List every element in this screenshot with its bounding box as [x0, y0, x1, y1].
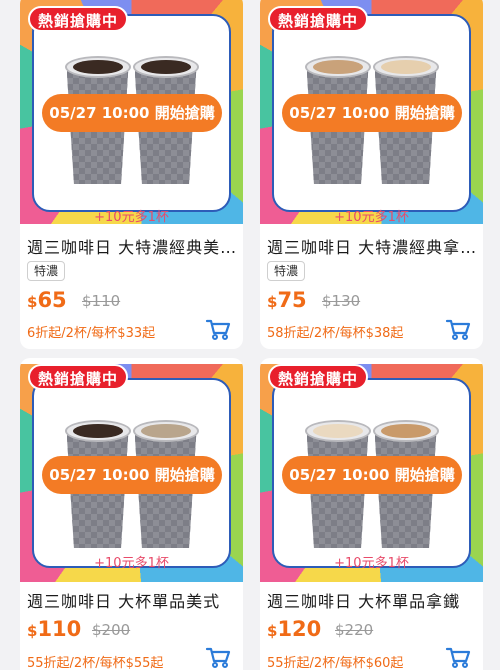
hot-sale-badge: 熱銷搶購中 [268, 364, 369, 390]
cart-icon[interactable] [205, 318, 231, 340]
sale-start-pill: 05/27 10:00 開始搶購 [282, 456, 462, 494]
product-card[interactable]: +10元多1杯 05/27 10:00 開始搶購 熱銷搶購中 週三咖啡日 大特濃… [260, 0, 483, 349]
sale-start-pill: 05/27 10:00 開始搶購 [42, 94, 222, 132]
product-title[interactable]: 週三咖啡日 大特濃經典拿… [267, 234, 479, 258]
hot-sale-badge: 熱銷搶購中 [28, 6, 129, 32]
cart-icon[interactable] [205, 646, 231, 668]
original-price: $200 [92, 621, 131, 639]
original-price: $130 [322, 292, 361, 310]
product-image[interactable]: +10元多1杯 05/27 10:00 開始搶購 [260, 364, 483, 582]
sale-price: $75 [267, 288, 307, 312]
sale-price: $120 [267, 617, 322, 641]
hot-sale-badge: 熱銷搶購中 [268, 6, 369, 32]
original-price: $110 [82, 292, 121, 310]
product-tag: 特濃 [267, 261, 306, 281]
cart-icon[interactable] [445, 318, 471, 340]
product-card[interactable]: +10元多1杯 05/27 10:00 開始搶購 熱銷搶購中 週三咖啡日 大杯單… [20, 358, 243, 670]
deal-text: 6折起/2杯/每杯$33起 [27, 326, 156, 341]
promo-text: +10元多1杯 [334, 210, 409, 224]
product-title[interactable]: 週三咖啡日 大杯單品拿鐵 [267, 588, 479, 612]
sale-start-pill: 05/27 10:00 開始搶購 [42, 456, 222, 494]
sale-price: $65 [27, 288, 67, 312]
sale-price: $110 [27, 617, 82, 641]
original-price: $220 [335, 621, 374, 639]
deal-text: 55折起/2杯/每杯$55起 [27, 656, 164, 670]
product-card[interactable]: +10元多1杯 05/27 10:00 開始搶購 熱銷搶購中 週三咖啡日 大杯單… [260, 358, 483, 670]
sale-start-pill: 05/27 10:00 開始搶購 [282, 94, 462, 132]
product-card[interactable]: +10元多1杯 05/27 10:00 開始搶購 熱銷搶購中 週三咖啡日 大特濃… [20, 0, 243, 349]
product-tag: 特濃 [27, 261, 66, 281]
promo-text: +10元多1杯 [94, 556, 169, 571]
product-title[interactable]: 週三咖啡日 大杯單品美式 [27, 588, 239, 612]
promo-text: +10元多1杯 [334, 556, 409, 571]
cart-icon[interactable] [445, 646, 471, 668]
deal-text: 58折起/2杯/每杯$38起 [267, 326, 404, 341]
product-title[interactable]: 週三咖啡日 大特濃經典美… [27, 234, 239, 258]
promo-text: +10元多1杯 [94, 210, 169, 224]
deal-text: 55折起/2杯/每杯$60起 [267, 656, 404, 670]
hot-sale-badge: 熱銷搶購中 [28, 364, 129, 390]
product-image[interactable]: +10元多1杯 05/27 10:00 開始搶購 [20, 364, 243, 582]
